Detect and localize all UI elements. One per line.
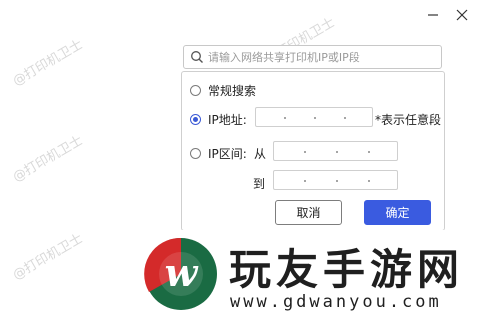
range-from-label: 从 [254, 147, 267, 161]
logo-letter: w [165, 250, 199, 295]
search-placeholder: 请输入网络共享打印机IP或IP段 [208, 51, 360, 64]
radio-ip-range[interactable] [190, 148, 201, 159]
option-normal-label: 常规搜索 [208, 84, 257, 98]
option-normal-search[interactable]: 常规搜索 [190, 82, 256, 99]
close-button[interactable] [453, 6, 471, 24]
radio-ip-address[interactable] [190, 114, 201, 125]
ip-range-from-input[interactable] [273, 141, 398, 161]
option-range-label: IP区间: [208, 147, 247, 161]
radio-normal-search[interactable] [190, 85, 201, 96]
confirm-button[interactable]: 确定 [364, 200, 431, 225]
watermark-text: @打印机卫士 [10, 231, 86, 284]
search-icon [191, 51, 203, 63]
option-ip-label: IP地址: [208, 113, 247, 127]
minimize-icon [428, 14, 438, 16]
watermark-text: @打印机卫士 [10, 37, 86, 90]
site-banner: w 玩友手游网 www.gdwanyou.com [137, 230, 481, 319]
search-options-panel: 常规搜索 IP地址: *表示任意段 IP区间: 从 到 取消 确定 [181, 71, 445, 231]
brand-name: 玩友手游网 [229, 245, 465, 294]
ip-range-to-input[interactable] [273, 170, 398, 190]
brand-logo-icon: w [144, 237, 217, 310]
ip-wildcard-hint: *表示任意段 [375, 113, 442, 127]
ip-address-input[interactable] [255, 107, 373, 127]
option-ip-range[interactable]: IP区间: [190, 145, 247, 162]
search-input[interactable]: 请输入网络共享打印机IP或IP段 [183, 45, 442, 69]
cancel-button[interactable]: 取消 [275, 200, 342, 225]
option-ip-address[interactable]: IP地址: [190, 111, 247, 128]
watermark-text: @打印机卫士 [10, 133, 86, 186]
brand-url: www.gdwanyou.com [230, 292, 442, 312]
close-icon [456, 9, 468, 21]
minimize-button[interactable] [424, 6, 442, 24]
range-to-label: 到 [253, 177, 266, 191]
